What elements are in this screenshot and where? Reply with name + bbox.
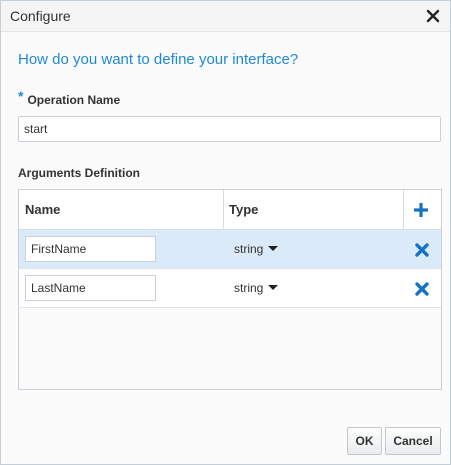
table-row[interactable]: string: [19, 269, 441, 308]
operation-name-label: * Operation Name: [18, 88, 121, 107]
table-row[interactable]: string: [19, 230, 441, 269]
cancel-button[interactable]: Cancel: [385, 427, 441, 455]
column-header-name: Name: [25, 202, 61, 217]
argument-type-value: string: [234, 281, 264, 295]
arguments-definition-label: Arguments Definition: [18, 166, 140, 180]
argument-name-input[interactable]: [25, 236, 156, 262]
dialog-title: Configure: [10, 8, 71, 24]
caret-down-icon: [268, 246, 279, 252]
operation-name-input[interactable]: [18, 116, 441, 142]
argument-type-dropdown[interactable]: string: [234, 269, 279, 308]
arguments-table: Name Type string string: [18, 189, 442, 390]
column-header-type: Type: [229, 202, 259, 217]
operation-name-label-text: Operation Name: [27, 93, 121, 107]
plus-icon[interactable]: [413, 202, 429, 218]
delete-x-icon[interactable]: [414, 242, 430, 258]
required-marker: *: [18, 88, 24, 104]
close-icon[interactable]: [426, 9, 440, 23]
configure-dialog: Configure How do you want to define your…: [0, 0, 451, 465]
argument-name-input[interactable]: [25, 275, 156, 301]
delete-x-icon[interactable]: [414, 281, 430, 297]
dialog-titlebar: Configure: [1, 1, 450, 32]
interface-question: How do you want to define your interface…: [18, 51, 299, 68]
argument-type-dropdown[interactable]: string: [234, 230, 279, 269]
ok-button[interactable]: OK: [347, 427, 382, 455]
arguments-table-header: Name Type: [19, 190, 441, 230]
caret-down-icon: [268, 285, 279, 291]
argument-type-value: string: [234, 242, 264, 256]
